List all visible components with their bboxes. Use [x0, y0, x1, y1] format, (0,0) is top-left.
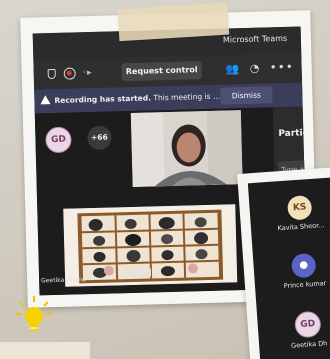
- avatar: KS: [286, 194, 313, 221]
- participant-video[interactable]: [130, 110, 243, 187]
- camera-icon[interactable]: ◦▸: [82, 68, 92, 78]
- speaker-name-label: Geetika Dhand: [41, 276, 86, 285]
- participant-name: Geetika Dh: [290, 339, 328, 350]
- people-icon[interactable]: 👥: [225, 62, 240, 76]
- participants-list: KS Kavita Sheor... ● Prince kumar GD Gee…: [247, 177, 330, 359]
- participants-title: Particip: [278, 128, 308, 140]
- shared-slide: [63, 204, 238, 287]
- shared-screen[interactable]: [63, 204, 238, 287]
- avatar: GD: [293, 310, 322, 339]
- lightbulb-icon: [16, 296, 52, 331]
- video-frame: [130, 110, 243, 187]
- person-icon: ●: [290, 252, 317, 279]
- list-item[interactable]: ● Prince kumar: [263, 251, 330, 291]
- participant-name: Kavita Sheor...: [277, 221, 325, 233]
- more-icon[interactable]: •••: [269, 60, 294, 75]
- record-icon: [63, 67, 76, 80]
- bottom-strip: [0, 342, 90, 359]
- shield-icon: [47, 68, 56, 80]
- participant-name: Prince kumar: [283, 279, 327, 291]
- chat-icon[interactable]: ◔: [247, 62, 261, 76]
- banner-text: Recording has started. This meeting is .…: [54, 92, 220, 105]
- banner-message: This meeting is ...: [153, 91, 221, 103]
- list-item[interactable]: GD Geetika Dh: [267, 309, 330, 351]
- overflow-participants[interactable]: +66: [87, 125, 112, 151]
- app-title: Microsoft Teams: [222, 33, 288, 45]
- banner-title: Recording has started.: [54, 93, 152, 105]
- photo-scene: Microsoft Teams ◦▸ Request control 👥 ◔ •…: [0, 0, 330, 359]
- warning-icon: [40, 95, 51, 105]
- participant-avatar[interactable]: GD: [45, 126, 72, 154]
- list-item[interactable]: KS Kavita Sheor...: [259, 193, 330, 233]
- tape: [117, 2, 230, 42]
- dismiss-button[interactable]: Dismiss: [220, 86, 273, 105]
- request-control-button[interactable]: Request control: [121, 61, 202, 82]
- participants-card: KS Kavita Sheor... ● Prince kumar GD Gee…: [237, 166, 330, 359]
